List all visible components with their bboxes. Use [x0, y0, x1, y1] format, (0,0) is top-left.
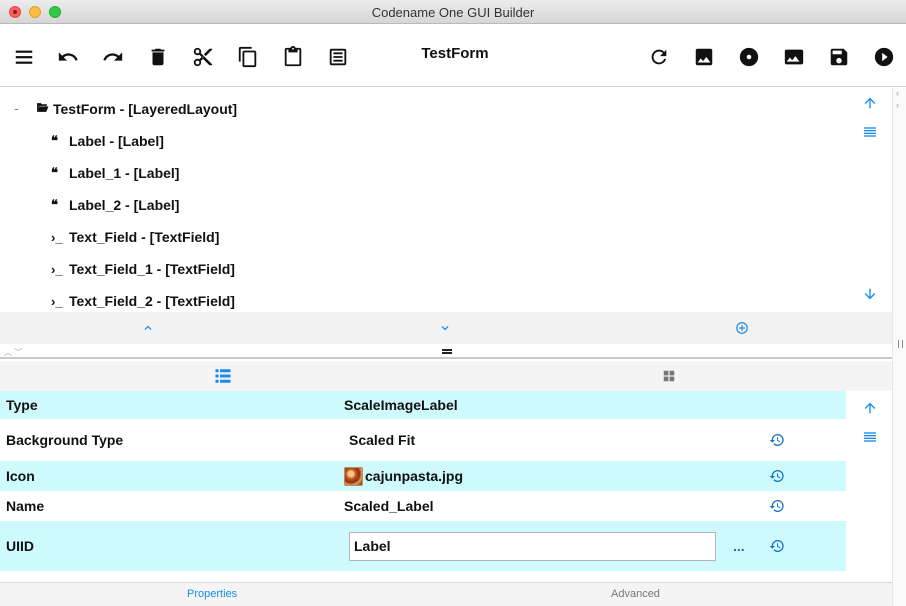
paste-icon[interactable]	[280, 44, 306, 70]
title-bar: Codename One GUI Builder	[0, 0, 906, 24]
tree-item[interactable]: ›_ Text_Field - [TextField]	[51, 225, 219, 249]
chevron-right-icon[interactable]: ›	[896, 100, 899, 110]
property-grid: Type ScaleImageLabel Background Type Sca…	[0, 391, 846, 573]
chevron-left-icon[interactable]: ‹	[896, 88, 899, 98]
tree-item-label: Text_Field_1 - [TextField]	[69, 261, 235, 277]
add-circle-icon[interactable]	[734, 320, 750, 336]
property-value: ScaleImageLabel	[344, 397, 458, 413]
tree-item-label: Label_1 - [Label]	[69, 165, 180, 181]
toolbar: TestForm	[0, 25, 906, 87]
property-value[interactable]: Scaled Fit	[349, 432, 415, 448]
tree-item-label: Text_Field_2 - [TextField]	[69, 293, 235, 309]
vertical-scrollbar[interactable]: ‹ ›	[892, 88, 906, 606]
image-thumbnail	[344, 466, 363, 486]
split-pane-divider[interactable]: ︿ ﹀	[0, 344, 892, 359]
property-key: UIID	[6, 538, 34, 554]
reset-history-icon[interactable]	[768, 431, 786, 449]
reset-history-icon[interactable]	[768, 467, 786, 485]
tab-advanced[interactable]: Advanced	[611, 588, 660, 600]
delete-icon[interactable]	[145, 44, 171, 70]
tree-item-label: Label - [Label]	[69, 133, 164, 149]
refresh-icon[interactable]	[646, 44, 672, 70]
property-side-panel	[846, 391, 892, 605]
property-row-name[interactable]: Name Scaled_Label	[0, 491, 846, 521]
copy-icon[interactable]	[235, 44, 261, 70]
property-key: Icon	[6, 468, 35, 484]
terminal-icon: ›_	[51, 261, 63, 277]
tree-item[interactable]: ›_ Text_Field_1 - [TextField]	[51, 257, 235, 281]
tree-action-bar	[0, 312, 892, 344]
tree-item[interactable]: ❝ Label_2 - [Label]	[51, 193, 179, 217]
play-icon[interactable]	[871, 44, 897, 70]
image-icon[interactable]	[691, 44, 717, 70]
chevron-up-icon[interactable]	[140, 320, 156, 336]
property-view-switcher	[0, 361, 892, 391]
tree-item-label: TestForm - [LayeredLayout]	[53, 101, 238, 117]
disc-icon[interactable]	[736, 44, 762, 70]
redo-icon[interactable]	[100, 44, 126, 70]
property-value[interactable]: cajunpasta.jpg	[344, 466, 464, 486]
tree-item[interactable]: ❝ Label - [Label]	[51, 129, 164, 153]
quote-icon: ❝	[51, 133, 58, 148]
property-row-type: Type ScaleImageLabel	[0, 391, 846, 419]
property-row-uiid[interactable]: UIID ...	[0, 521, 846, 571]
property-key: Type	[6, 397, 38, 413]
property-row-icon[interactable]: Icon cajunpasta.jpg	[0, 461, 846, 491]
reset-history-icon[interactable]	[768, 537, 786, 555]
folder-open-icon	[35, 101, 53, 117]
property-key: Name	[6, 498, 45, 514]
uiid-field[interactable]	[349, 531, 716, 561]
quote-icon: ❝	[51, 165, 58, 180]
terminal-icon: ›_	[51, 229, 63, 245]
tree-item[interactable]: ❝ Label_1 - [Label]	[51, 161, 179, 185]
icon-filename: cajunpasta.jpg	[365, 468, 464, 484]
quote-icon: ❝	[51, 197, 58, 212]
tree-item[interactable]: ›_ Text_Field_2 - [TextField]	[51, 289, 235, 312]
tree-item-root[interactable]: TestForm - [LayeredLayout]	[35, 97, 237, 121]
tree-item-label: Label_2 - [Label]	[69, 197, 180, 213]
move-up-arrow-icon[interactable]	[861, 399, 879, 417]
split-handle[interactable]	[442, 349, 452, 354]
clipboard-list-icon[interactable]	[325, 44, 351, 70]
list-view-icon[interactable]	[213, 367, 233, 385]
split-collapse-arrows[interactable]: ︿ ﹀	[4, 347, 22, 358]
tree-collapse-toggle[interactable]: -	[14, 100, 19, 116]
save-icon[interactable]	[826, 44, 852, 70]
photo-icon[interactable]	[781, 44, 807, 70]
tab-properties[interactable]: Properties	[187, 588, 237, 600]
window-title: Codename One GUI Builder	[371, 5, 535, 20]
move-down-arrow-icon[interactable]	[861, 285, 879, 303]
menu-icon[interactable]	[11, 44, 37, 70]
form-title: TestForm	[421, 45, 489, 62]
reset-history-icon[interactable]	[768, 497, 786, 515]
move-up-arrow-icon[interactable]	[861, 94, 879, 112]
list-icon[interactable]	[861, 428, 879, 446]
cut-icon[interactable]	[190, 44, 216, 70]
undo-icon[interactable]	[55, 44, 81, 70]
tree-item-label: Text_Field - [TextField]	[69, 229, 220, 245]
property-key: Background Type	[6, 432, 124, 448]
list-icon[interactable]	[861, 123, 879, 141]
scrollbar-grip[interactable]	[898, 340, 903, 348]
component-tree: - TestForm - [LayeredLayout] ❝ Label - […	[0, 88, 892, 312]
grid-view-icon[interactable]	[659, 367, 679, 385]
bottom-tab-bar: Properties Advanced	[0, 582, 892, 606]
property-value[interactable]: Scaled_Label	[344, 498, 434, 514]
terminal-icon: ›_	[51, 293, 63, 309]
chevron-down-icon[interactable]	[437, 320, 453, 336]
property-row-background-type[interactable]: Background Type Scaled Fit	[0, 419, 846, 461]
more-options-button[interactable]: ...	[733, 538, 745, 554]
